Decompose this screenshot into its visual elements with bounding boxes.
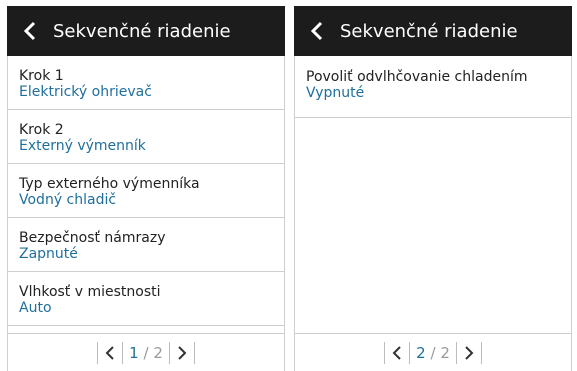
header-bar: Sekvenčné riadenie	[294, 6, 572, 56]
back-button[interactable]	[7, 6, 53, 56]
chevron-left-icon	[392, 345, 401, 360]
prev-page-button[interactable]	[385, 340, 409, 366]
item-value: Externý výmenník	[19, 138, 146, 154]
next-page-button[interactable]	[457, 340, 481, 366]
header-bar: Sekvenčné riadenie	[7, 6, 285, 56]
item-label: Typ externého výmenníka	[19, 176, 200, 192]
item-value: Elektrický ohrievač	[19, 84, 152, 100]
total-pages: 2	[440, 343, 450, 362]
pager: 1 / 2	[8, 334, 284, 371]
list-item-step-2[interactable]: Krok 2 Externý výmenník	[8, 110, 284, 164]
pager: 2 / 2	[295, 334, 571, 371]
chevron-left-icon	[23, 21, 36, 41]
item-value: Vypnuté	[306, 85, 365, 101]
item-value: Zapnuté	[19, 246, 78, 262]
chevron-right-icon	[178, 345, 187, 360]
list-item-exchanger-type[interactable]: Typ externého výmenníka Vodný chladič	[8, 164, 284, 218]
list-item-step-1[interactable]: Krok 1 Elektrický ohrievač	[8, 56, 284, 110]
back-button[interactable]	[294, 6, 340, 56]
chevron-left-icon	[105, 345, 114, 360]
list-item-room-humidity[interactable]: Vlhkosť v miestnosti Auto	[8, 272, 284, 326]
current-page: 1	[129, 343, 139, 362]
chevron-right-icon	[465, 345, 474, 360]
item-label: Povoliť odvlhčovanie chladením	[306, 69, 528, 85]
item-label: Vlhkosť v miestnosti	[19, 284, 161, 300]
item-label: Krok 2	[19, 122, 64, 138]
settings-list: Krok 1 Elektrický ohrievač Krok 2 Extern…	[8, 56, 284, 326]
screen-page-1: Sekvenčné riadenie Krok 1 Elektrický ohr…	[7, 6, 285, 371]
pager-divider	[480, 341, 482, 364]
page-title: Sekvenčné riadenie	[53, 20, 231, 42]
item-value: Auto	[19, 300, 52, 316]
list-item-frost-safety[interactable]: Bezpečnosť námrazy Zapnuté	[8, 218, 284, 272]
item-label: Krok 1	[19, 68, 64, 84]
page-separator: /	[143, 343, 149, 362]
list-item-cooling-dehumidification[interactable]: Povoliť odvlhčovanie chladením Vypnuté	[295, 56, 571, 118]
pager-divider	[193, 341, 195, 364]
settings-list: Povoliť odvlhčovanie chladením Vypnuté	[295, 56, 571, 118]
total-pages: 2	[153, 343, 163, 362]
page-title: Sekvenčné riadenie	[340, 20, 518, 42]
next-page-button[interactable]	[170, 340, 194, 366]
current-page: 2	[416, 343, 426, 362]
item-label: Bezpečnosť námrazy	[19, 230, 166, 246]
page-indicator: 2 / 2	[410, 344, 456, 362]
page-separator: /	[430, 343, 436, 362]
chevron-left-icon	[310, 21, 323, 41]
prev-page-button[interactable]	[98, 340, 122, 366]
page-indicator: 1 / 2	[123, 344, 169, 362]
screen-page-2: Sekvenčné riadenie Povoliť odvlhčovanie …	[294, 6, 572, 371]
item-value: Vodný chladič	[19, 192, 117, 208]
